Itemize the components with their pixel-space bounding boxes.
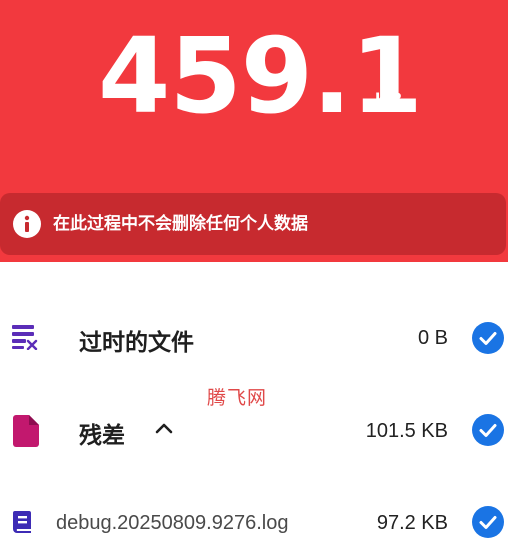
file-icon	[13, 415, 39, 447]
checkmark-icon	[479, 424, 497, 437]
obsolete-files-checkbox[interactable]	[472, 322, 504, 354]
storage-summary-header: 459.1 KB 在此过程中不会删除任何个人数据	[0, 0, 508, 262]
residual-title: 残差	[79, 423, 125, 449]
list-item-obsolete-files[interactable]: 过时的文件 0 B	[0, 312, 508, 364]
checkmark-icon	[479, 332, 497, 345]
freed-size-unit: KB	[375, 90, 403, 111]
log-file-name: debug.20250809.9276.log	[56, 512, 289, 534]
residual-checkbox[interactable]	[472, 414, 504, 446]
log-file-icon	[13, 511, 31, 533]
chevron-up-icon[interactable]	[155, 422, 173, 434]
obsolete-files-icon	[12, 325, 38, 350]
obsolete-files-size: 0 B	[417, 327, 448, 349]
info-icon	[13, 210, 41, 238]
checkmark-icon	[479, 516, 497, 529]
residual-size: 101.5 KB	[365, 420, 448, 442]
list-item-log-file[interactable]: debug.20250809.9276.log 97.2 KB	[0, 496, 508, 548]
list-item-residual[interactable]: 残差 101.5 KB	[0, 404, 508, 456]
log-file-size: 97.2 KB	[376, 512, 448, 534]
privacy-notice-text: 在此过程中不会删除任何个人数据	[53, 214, 308, 234]
freed-size-value: 459.1	[98, 15, 423, 137]
privacy-notice: 在此过程中不会删除任何个人数据	[0, 193, 506, 255]
log-file-checkbox[interactable]	[472, 506, 504, 538]
obsolete-files-title: 过时的文件	[79, 330, 194, 356]
